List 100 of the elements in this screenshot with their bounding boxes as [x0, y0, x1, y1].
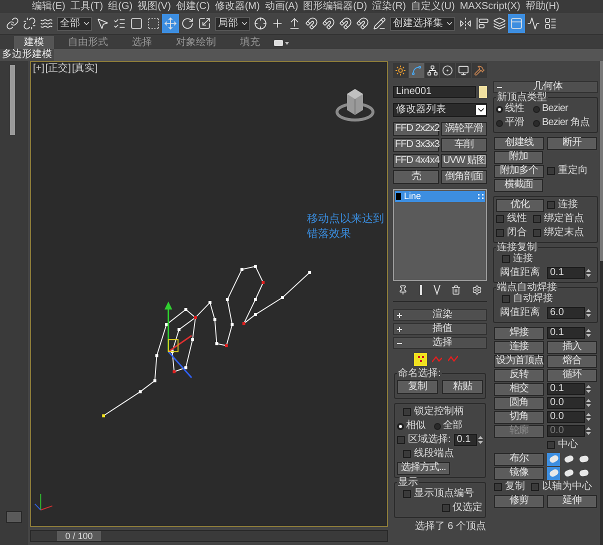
toolbar-dropdown[interactable]: 全部 — [57, 16, 92, 30]
fork-icon[interactable] — [432, 285, 441, 295]
spinner-field[interactable]: 6.0 — [547, 307, 585, 319]
time-slider-thumb[interactable]: 0 / 100 — [57, 531, 101, 541]
menu-item[interactable]: 视图(V) — [138, 2, 171, 12]
rollout-header[interactable]: 插值 — [393, 323, 487, 335]
checkbox[interactable] — [502, 255, 510, 263]
checkbox[interactable] — [547, 201, 555, 209]
panel-button[interactable]: 延伸 — [547, 494, 597, 508]
radio-button[interactable] — [533, 106, 540, 112]
panel-button[interactable]: 附加 — [494, 150, 544, 164]
menu-item[interactable]: 图形编辑器(D) — [303, 2, 368, 12]
checkbox[interactable] — [533, 215, 541, 223]
menu-item[interactable]: 创建(C) — [176, 2, 210, 12]
panel-button[interactable]: FFD 3x3x3 — [393, 138, 439, 152]
panel-button[interactable]: FFD 2x2x2 — [393, 122, 439, 136]
sun-tab[interactable] — [393, 63, 408, 78]
radio-button[interactable] — [533, 120, 540, 126]
panel-button[interactable]: 圆角 — [494, 396, 544, 410]
toolbar-dropdown[interactable]: 创建选择集 — [390, 16, 455, 30]
spinner-arrows-icon[interactable] — [586, 426, 591, 436]
panel-button[interactable]: 连接 — [494, 340, 544, 354]
panel-button[interactable]: 熔合 — [547, 354, 597, 368]
color-swatch[interactable] — [479, 86, 487, 98]
checkbox[interactable] — [442, 504, 450, 512]
checkbox[interactable] — [397, 436, 405, 444]
panel-toggle-button[interactable] — [6, 511, 22, 523]
spinner-field[interactable]: 0.0 — [547, 397, 585, 409]
scrollbar-thumb[interactable] — [10, 65, 15, 135]
ribbon-panel-label[interactable]: 多边形建模 — [0, 49, 54, 61]
mode-toggle-button[interactable] — [562, 466, 575, 480]
checkbox[interactable] — [496, 215, 504, 223]
spinner-arrows-icon[interactable] — [586, 384, 591, 394]
spinner-arrows-icon[interactable] — [586, 308, 591, 318]
checkbox[interactable] — [403, 490, 411, 498]
vertex-level-button[interactable] — [414, 352, 427, 366]
mode-toggle-button[interactable] — [547, 452, 560, 466]
checkbox[interactable] — [533, 229, 541, 237]
panel-button[interactable]: 附加多个 — [494, 164, 544, 178]
panel-button[interactable]: FFD 4x4x4 — [393, 154, 439, 168]
spinner-arrows-icon[interactable] — [586, 268, 591, 278]
spinner-field[interactable]: 0.1 — [547, 267, 585, 279]
menu-item[interactable]: 动画(A) — [264, 2, 298, 12]
checkbox[interactable] — [494, 483, 502, 491]
panel-button[interactable]: 反转 — [494, 368, 544, 382]
toolbar-dropdown[interactable]: 局部 — [215, 16, 250, 30]
stack-item[interactable]: Line — [395, 191, 485, 202]
menu-item[interactable]: 编辑(E) — [32, 2, 66, 12]
spinner-field[interactable]: 0.1 — [454, 434, 477, 446]
radio-button[interactable] — [397, 422, 404, 430]
ribbon-tab[interactable]: 建模 — [14, 36, 54, 49]
panel-button[interactable]: 优化 — [496, 198, 544, 212]
spinner-arrows-icon[interactable] — [586, 328, 591, 338]
panel-button[interactable]: 创建线 — [494, 136, 544, 150]
settings-icon[interactable] — [472, 285, 482, 295]
menu-item[interactable]: 工具(T) — [70, 2, 104, 12]
rollout-header[interactable]: 选择 — [393, 337, 487, 349]
menu-item[interactable]: 组(G) — [108, 2, 133, 12]
rollout-header[interactable]: 渲染 — [393, 309, 487, 321]
hammer-tab[interactable] — [472, 63, 487, 78]
panel-button[interactable]: 插入 — [547, 340, 597, 354]
checkbox[interactable] — [547, 441, 555, 449]
panel-button[interactable]: 镜像 — [494, 466, 544, 480]
ribbon-tab[interactable]: 对象绘制 — [166, 36, 226, 49]
panel-button[interactable]: 复制 — [397, 380, 438, 394]
panel-button[interactable]: 断开 — [547, 136, 597, 150]
hierarchy-tab[interactable] — [424, 63, 440, 78]
scrollbar[interactable] — [600, 61, 603, 545]
panel-button[interactable]: 车削 — [441, 138, 487, 152]
viewport-label[interactable]: [+] — [33, 64, 44, 74]
radio-button[interactable] — [434, 422, 441, 430]
panel-button[interactable]: 粘贴 — [442, 380, 483, 394]
curve-tab[interactable] — [408, 63, 424, 78]
radio-button[interactable] — [496, 120, 503, 126]
spinner-arrows-icon[interactable] — [586, 412, 591, 422]
checkbox[interactable] — [502, 295, 510, 303]
panel-button[interactable]: 选择方式... — [397, 462, 450, 474]
pin-icon[interactable] — [398, 285, 408, 295]
panel-button[interactable]: 设为首顶点 — [494, 354, 544, 368]
panel-button[interactable]: 壳 — [393, 170, 439, 184]
menu-item[interactable]: 帮助(H) — [525, 2, 560, 12]
trash-icon[interactable] — [451, 285, 462, 295]
menu-item[interactable]: 渲染(R) — [372, 2, 406, 12]
checkbox[interactable] — [547, 167, 555, 175]
menu-item[interactable]: 修改器(M) — [214, 2, 260, 12]
panel-button[interactable]: 切角 — [494, 410, 544, 424]
viewport-label[interactable]: [正交] — [45, 64, 71, 74]
object-name-field[interactable]: Line001 — [393, 86, 476, 98]
circle-tab[interactable] — [440, 63, 456, 78]
checkbox[interactable] — [403, 408, 411, 416]
spinner-arrows-icon[interactable] — [586, 398, 591, 408]
panel-button[interactable]: 横截面 — [494, 178, 544, 192]
panel-button[interactable]: 循环 — [547, 368, 597, 382]
menu-item[interactable]: 自定义(U) — [410, 2, 455, 12]
ribbon-tab[interactable]: 填充 — [230, 36, 270, 49]
checkbox[interactable] — [496, 229, 504, 237]
spinner-field[interactable]: 0.0 — [547, 411, 585, 423]
checkbox[interactable] — [403, 450, 411, 458]
spinner-field[interactable]: 0.1 — [547, 327, 585, 339]
ribbon-tab[interactable]: 自由形式 — [58, 36, 118, 49]
